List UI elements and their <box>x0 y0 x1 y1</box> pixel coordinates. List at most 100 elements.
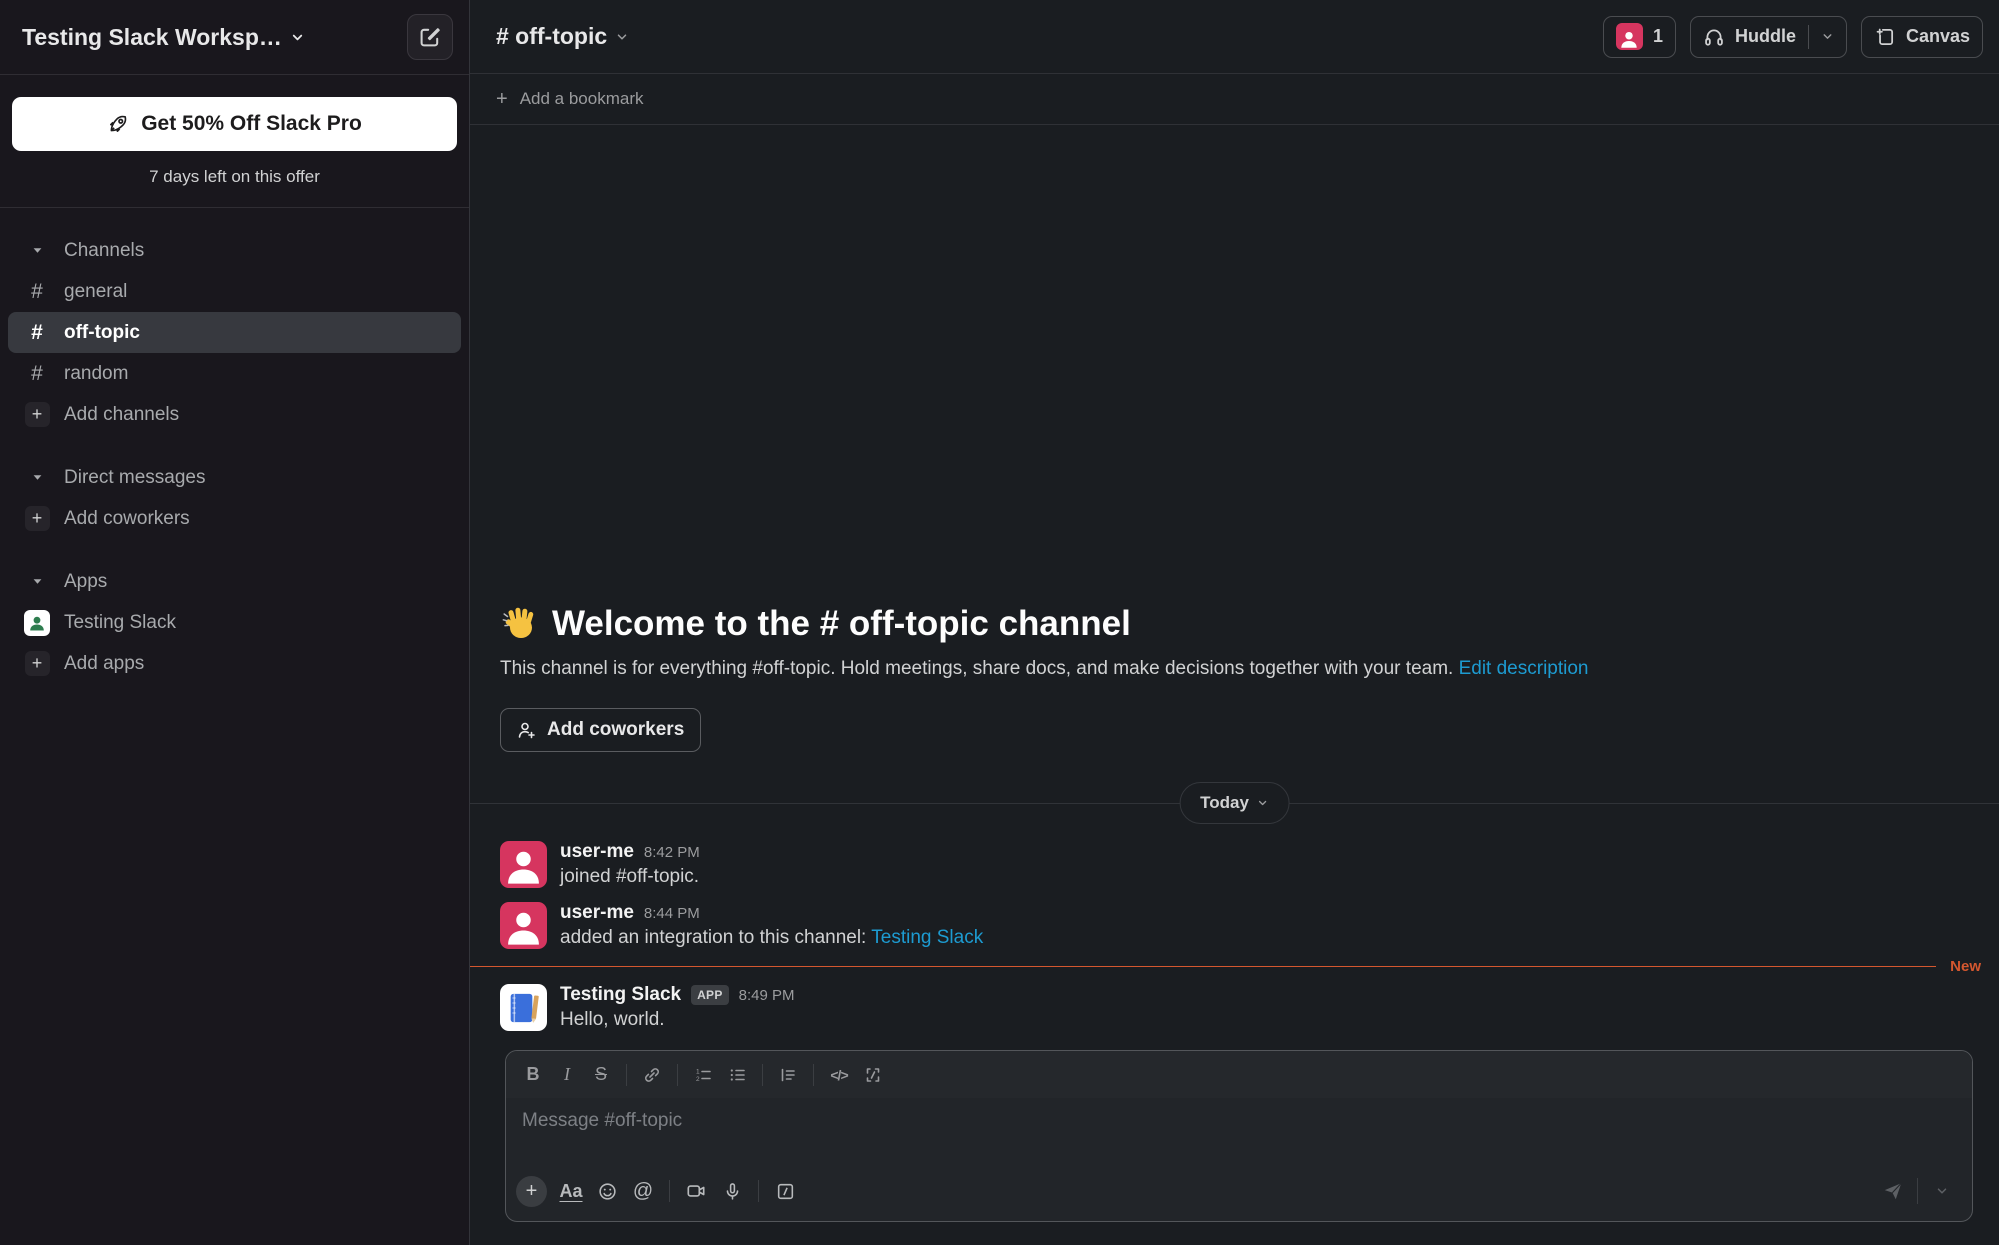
integration-link[interactable]: Testing Slack <box>871 927 983 948</box>
add-coworkers-label: Add coworkers <box>64 508 190 530</box>
person-plus-icon <box>517 720 537 740</box>
offer-days-left: 7 days left on this offer <box>12 167 457 187</box>
hash-icon: # <box>24 321 50 345</box>
upgrade-pro-button[interactable]: Get 50% Off Slack Pro <box>12 97 457 151</box>
show-formatting-button[interactable]: Aa <box>553 1174 589 1208</box>
sidebar-nav: Channels # general # off-topic # random … <box>0 208 469 1245</box>
audio-clip-button[interactable] <box>714 1174 750 1208</box>
edit-description-link[interactable]: Edit description <box>1459 658 1589 679</box>
today-divider-button[interactable]: Today <box>1179 782 1290 824</box>
member-count: 1 <box>1653 26 1663 47</box>
workspace-name: Testing Slack Worksp… <box>22 24 282 51</box>
channel-header: # off-topic 1 <box>470 0 1999 74</box>
add-channels-button[interactable]: + Add channels <box>8 394 461 435</box>
blockquote-button[interactable] <box>771 1059 805 1091</box>
today-label: Today <box>1200 793 1249 813</box>
bold-button[interactable]: B <box>516 1059 550 1091</box>
code-block-button[interactable] <box>856 1059 890 1091</box>
avatar[interactable] <box>500 841 547 888</box>
send-divider <box>1917 1178 1918 1204</box>
mention-button[interactable]: @ <box>625 1174 661 1208</box>
link-button[interactable] <box>635 1059 669 1091</box>
channel-label: general <box>64 281 127 303</box>
huddle-button[interactable]: Huddle <box>1690 16 1847 58</box>
message-composer: B I S 12 <box>505 1050 1973 1222</box>
channel-title-button[interactable]: # off-topic <box>496 23 629 50</box>
app-message-avatar[interactable] <box>500 984 547 1031</box>
toolbar-divider <box>813 1064 814 1086</box>
ordered-list-button[interactable]: 12 <box>686 1059 720 1091</box>
message-row: user-me 8:44 PM added an integration to … <box>470 895 1999 956</box>
svg-text:2: 2 <box>696 1076 700 1083</box>
emoji-button[interactable] <box>589 1174 625 1208</box>
channel-description: This channel is for everything #off-topi… <box>500 658 1459 679</box>
apps-header-label: Apps <box>64 571 107 593</box>
message-row: user-me 8:42 PM joined #off-topic. <box>470 834 1999 895</box>
apps-section-header[interactable]: Apps <box>8 561 461 602</box>
italic-button[interactable]: I <box>550 1059 584 1091</box>
add-apps-button[interactable]: + Add apps <box>8 643 461 684</box>
new-message-button[interactable] <box>407 14 453 60</box>
send-button[interactable] <box>1875 1174 1911 1208</box>
attach-button[interactable]: + <box>516 1176 547 1207</box>
formatting-toolbar: B I S 12 <box>506 1051 1972 1098</box>
channels-section-header[interactable]: Channels <box>8 230 461 271</box>
channel-label: off-topic <box>64 322 140 344</box>
avatar[interactable] <box>500 902 547 949</box>
person-icon <box>500 844 547 888</box>
chevron-down-icon[interactable] <box>1821 30 1834 43</box>
new-line <box>470 966 1936 967</box>
wave-hand-icon <box>500 604 540 644</box>
add-bookmark-bar[interactable]: + Add a bookmark <box>470 74 1999 125</box>
svg-text:1: 1 <box>696 1068 700 1075</box>
message-input[interactable]: Message #off-topic <box>506 1098 1972 1169</box>
strikethrough-button[interactable]: S <box>584 1059 618 1091</box>
message-sender[interactable]: user-me <box>560 841 634 863</box>
app-badge: APP <box>691 985 729 1005</box>
member-avatar <box>1616 23 1643 50</box>
add-channels-label: Add channels <box>64 404 179 426</box>
person-icon <box>500 905 547 949</box>
message-sender[interactable]: user-me <box>560 902 634 924</box>
plus-icon: + <box>25 402 50 427</box>
canvas-button[interactable]: Canvas <box>1861 16 1983 58</box>
upgrade-pro-label: Get 50% Off Slack Pro <box>141 112 362 136</box>
workspace-header: Testing Slack Worksp… <box>0 0 469 74</box>
dm-section-header[interactable]: Direct messages <box>8 457 461 498</box>
members-button[interactable]: 1 <box>1603 16 1676 58</box>
sidebar-item-off-topic[interactable]: # off-topic <box>8 312 461 353</box>
chevron-down-icon <box>615 30 629 44</box>
add-coworkers-button-label: Add coworkers <box>547 719 684 741</box>
video-clip-button[interactable] <box>678 1174 714 1208</box>
toolbar-divider <box>669 1180 670 1202</box>
add-coworkers-sidebar-button[interactable]: + Add coworkers <box>8 498 461 539</box>
dm-header-label: Direct messages <box>64 467 206 489</box>
sidebar-item-general[interactable]: # general <box>8 271 461 312</box>
toolbar-divider <box>626 1064 627 1086</box>
shortcuts-button[interactable] <box>767 1174 803 1208</box>
notebook-icon <box>504 988 544 1028</box>
sidebar-item-testing-slack-app[interactable]: Testing Slack <box>8 602 461 643</box>
main-panel: # off-topic 1 <box>470 0 1999 1245</box>
add-coworkers-button[interactable]: Add coworkers <box>500 708 701 752</box>
message-timestamp[interactable]: 8:49 PM <box>739 987 795 1004</box>
plus-icon: + <box>25 651 50 676</box>
new-messages-divider: New <box>470 958 1999 975</box>
channels-header-label: Channels <box>64 240 144 262</box>
message-text: Hello, world. <box>560 1009 795 1031</box>
canvas-icon <box>1874 26 1896 48</box>
schedule-send-button[interactable] <box>1924 1174 1960 1208</box>
code-button[interactable]: </> <box>822 1059 856 1091</box>
sidebar-item-random[interactable]: # random <box>8 353 461 394</box>
workspace-switcher[interactable]: Testing Slack Worksp… <box>22 24 305 51</box>
chevron-down-icon <box>1257 797 1269 809</box>
message-row: Testing Slack APP 8:49 PM Hello, world. <box>470 977 1999 1038</box>
button-divider <box>1808 25 1809 49</box>
message-timestamp[interactable]: 8:44 PM <box>644 905 700 922</box>
message-text: added an integration to this channel: <box>560 927 871 948</box>
message-sender[interactable]: Testing Slack <box>560 984 681 1006</box>
bulleted-list-button[interactable] <box>720 1059 754 1091</box>
header-actions: 1 Huddle <box>1603 16 1983 58</box>
message-timestamp[interactable]: 8:42 PM <box>644 844 700 861</box>
send-controls <box>1875 1174 1960 1208</box>
